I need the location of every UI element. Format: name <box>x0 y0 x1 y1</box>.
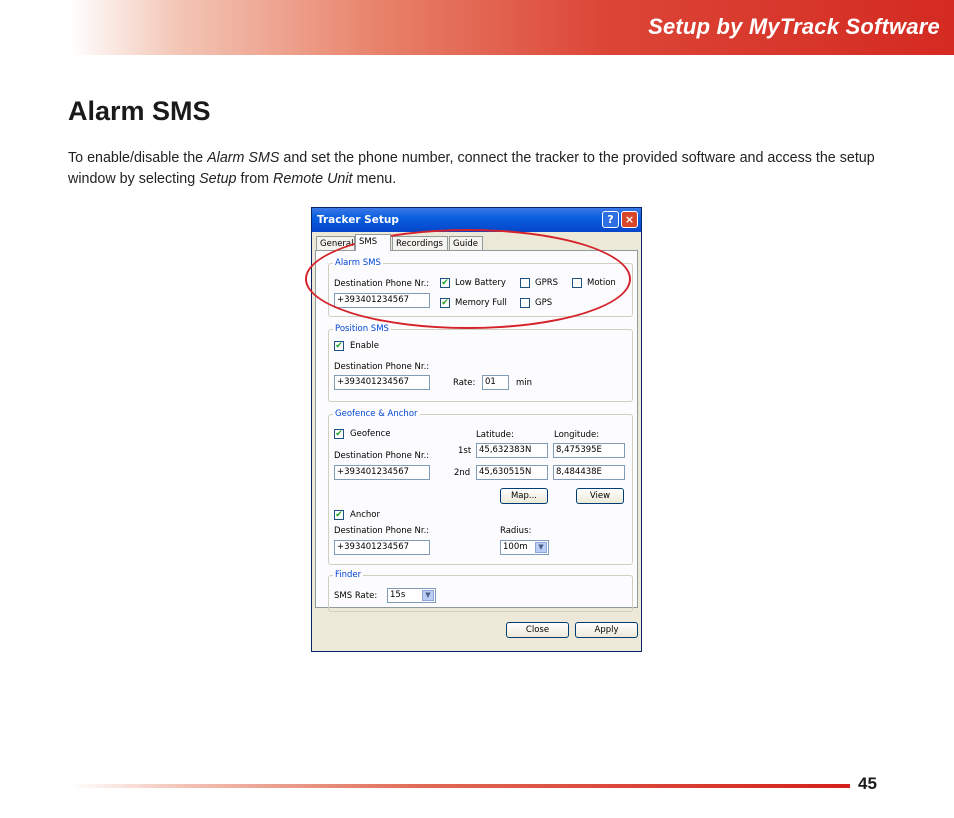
section-title: Alarm SMS <box>68 96 211 126</box>
anchor-dest-label: Destination Phone Nr.: <box>334 526 430 536</box>
position-dest-label: Destination Phone Nr.: <box>334 362 430 372</box>
radius-value: 100m <box>503 542 528 552</box>
radius-select[interactable]: 100m ▼ <box>500 540 549 555</box>
intro-remote-unit: Remote Unit <box>273 171 353 187</box>
intro-text-1: To enable/disable the <box>68 150 208 166</box>
finder-group: Finder SMS Rate: 15s ▼ <box>328 570 633 612</box>
close-icon[interactable]: × <box>621 211 638 228</box>
longitude-label: Longitude: <box>554 430 600 440</box>
alarm-sms-highlight-ellipse <box>305 229 631 329</box>
intro-paragraph: To enable/disable the Alarm SMS and set … <box>68 148 898 190</box>
position-sms-group-label: Position SMS <box>333 324 391 334</box>
geofence-label: Geofence <box>350 429 391 439</box>
sms-rate-select[interactable]: 15s ▼ <box>387 588 436 603</box>
sms-rate-label: SMS Rate: <box>334 591 378 601</box>
sms-rate-value: 15s <box>390 590 406 600</box>
geofence-anchor-group: Geofence & Anchor ✔ Geofence Latitude: L… <box>328 409 633 565</box>
geofence-dest-label: Destination Phone Nr.: <box>334 451 430 461</box>
latitude-2-input[interactable]: 45,630515N <box>476 465 548 480</box>
header-title: Setup by MyTrack Software <box>648 14 940 39</box>
map-button[interactable]: Map... <box>500 488 548 504</box>
intro-text-4: menu. <box>352 171 397 187</box>
latitude-label: Latitude: <box>476 430 514 440</box>
rate-label: Rate: <box>453 378 476 388</box>
geofence-group-label: Geofence & Anchor <box>333 409 420 419</box>
intro-text-3: from <box>236 171 274 187</box>
tab-sms[interactable]: SMS <box>355 234 391 251</box>
position-enable-checkbox[interactable]: ✔ <box>334 341 344 351</box>
latitude-1-input[interactable]: 45,632383N <box>476 443 548 458</box>
window-title: Tracker Setup <box>317 214 399 226</box>
second-point-label: 2nd <box>454 468 471 478</box>
header-bar: Setup by MyTrack Software <box>70 0 954 55</box>
intro-setup: Setup <box>199 171 237 187</box>
finder-group-label: Finder <box>333 570 364 580</box>
check-icon: ✔ <box>335 510 343 520</box>
position-enable-label: Enable <box>350 341 379 351</box>
chevron-down-icon[interactable]: ▼ <box>422 590 434 601</box>
check-icon: ✔ <box>335 429 343 439</box>
geofence-dest-input[interactable]: +393401234567 <box>334 465 430 480</box>
help-icon[interactable]: ? <box>602 211 619 228</box>
longitude-2-input[interactable]: 8,484438E <box>553 465 625 480</box>
anchor-label: Anchor <box>350 510 380 520</box>
radius-label: Radius: <box>500 526 532 536</box>
check-icon: ✔ <box>335 341 343 351</box>
rate-unit: min <box>516 378 533 388</box>
rate-input[interactable]: 01 <box>482 375 509 390</box>
geofence-checkbox[interactable]: ✔ <box>334 429 344 439</box>
view-button[interactable]: View <box>576 488 624 504</box>
position-sms-group: Position SMS ✔ Enable Destination Phone … <box>328 324 633 402</box>
footer-line <box>70 784 850 788</box>
longitude-1-input[interactable]: 8,475395E <box>553 443 625 458</box>
apply-button[interactable]: Apply <box>575 622 638 638</box>
position-dest-input[interactable]: +393401234567 <box>334 375 430 390</box>
anchor-dest-input[interactable]: +393401234567 <box>334 540 430 555</box>
anchor-checkbox[interactable]: ✔ <box>334 510 344 520</box>
close-button[interactable]: Close <box>506 622 569 638</box>
chevron-down-icon[interactable]: ▼ <box>535 542 547 553</box>
page-number: 45 <box>858 774 877 793</box>
intro-alarm-sms: Alarm SMS <box>207 150 280 166</box>
first-point-label: 1st <box>458 446 472 456</box>
